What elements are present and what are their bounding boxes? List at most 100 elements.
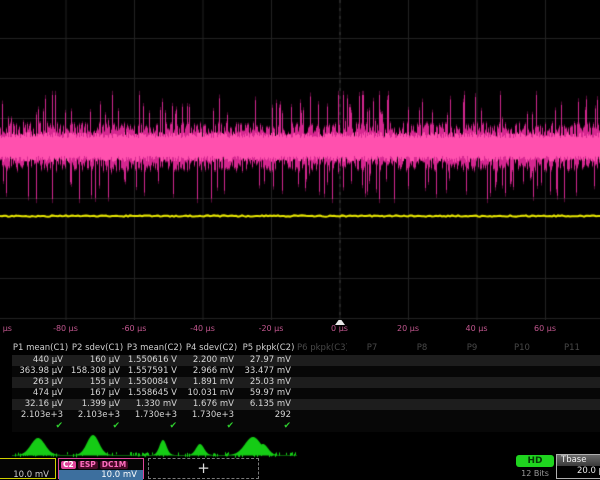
time-tick-label: -60 µs <box>122 324 147 333</box>
parameter-header-8[interactable]: P8 <box>397 341 447 355</box>
time-tick-label: 40 µs <box>466 324 488 333</box>
measurement-cell: 1.730e+3 <box>183 410 240 421</box>
parameter-histicons[interactable] <box>0 431 600 458</box>
oscilloscope-screen: -100 µs -80 µs -60 µs -40 µs -20 µs 0 µs 20 µs… <box>0 0 600 480</box>
channel-c2-descriptor[interactable]: C2 ESP DC1M 10.0 mV <box>58 458 144 479</box>
measurement-cell: 1.730e+3 <box>126 410 183 421</box>
time-tick-label: -20 µs <box>259 324 284 333</box>
measurement-cell <box>397 355 447 366</box>
time-axis: -100 µs -80 µs -60 µs -40 µs -20 µs 0 µs 20 µs… <box>0 320 600 338</box>
c1-scale-value: 10.0 mV <box>0 470 55 480</box>
measurement-cell: 1.330 mV <box>126 399 183 410</box>
parameter-header-5[interactable]: P5 pkpk(C2) <box>240 341 297 355</box>
measurement-cell <box>347 388 397 399</box>
measurement-cell: 10.031 mV <box>183 388 240 399</box>
parameter-header-7[interactable]: P7 <box>347 341 397 355</box>
measurement-cell <box>397 377 447 388</box>
plus-icon: + <box>197 461 210 476</box>
time-tick-label: -100 µs <box>0 324 12 333</box>
time-tick-label: 0 µs <box>331 324 348 333</box>
measurement-cell <box>347 399 397 410</box>
parameter-header-11[interactable]: P11 <box>547 341 597 355</box>
measurement-cell <box>397 366 447 377</box>
measurement-cell: 2.103e+3 <box>12 410 69 421</box>
measurement-cell: 2.200 mV <box>183 355 240 366</box>
parameter-header-1[interactable]: P1 mean(C1) <box>12 341 69 355</box>
measurement-cell <box>497 410 547 421</box>
hd-bits-label: 12 Bits <box>516 469 554 478</box>
measurement-cell <box>547 388 597 399</box>
parameter-header-4[interactable]: P4 sdev(C2) <box>183 341 240 355</box>
parameter-header-3[interactable]: P3 mean(C2) <box>126 341 183 355</box>
measurement-cell <box>547 399 597 410</box>
measurement-cell <box>347 377 397 388</box>
time-tick-label: 20 µs <box>397 324 419 333</box>
measurement-cell <box>347 410 397 421</box>
measurement-cell: 6.135 mV <box>240 399 297 410</box>
measurement-cell: 1.676 mV <box>183 399 240 410</box>
timebase-descriptor[interactable]: Tbase 20.0 µs <box>556 454 600 479</box>
measurement-cell <box>547 355 597 366</box>
measurement-cell: 1.558645 V <box>126 388 183 399</box>
measurement-cell: 2.103e+3 <box>69 410 126 421</box>
measurement-cell <box>497 399 547 410</box>
parameter-header-9[interactable]: P9 <box>447 341 497 355</box>
table-row: 2.103e+32.103e+31.730e+31.730e+3292 <box>12 410 600 421</box>
measurement-cell <box>547 377 597 388</box>
measurement-cell <box>497 377 547 388</box>
measurement-table: P1 mean(C1)P2 sdev(C1)P3 mean(C2)P4 sdev… <box>12 341 600 432</box>
measurement-cell <box>347 355 397 366</box>
measurement-cell <box>297 399 347 410</box>
parameter-header-6[interactable]: P6 pkpk(C3) <box>297 341 347 355</box>
measurement-cell: 32.16 µV <box>12 399 69 410</box>
measurement-cell <box>447 388 497 399</box>
table-row: 263 µV155 µV1.550084 V1.891 mV25.03 mV <box>12 377 600 388</box>
hd-mode-badge[interactable]: HD <box>516 455 554 467</box>
parameter-header-2[interactable]: P2 sdev(C1) <box>69 341 126 355</box>
measurement-cell <box>297 377 347 388</box>
measurement-cell: 1.550084 V <box>126 377 183 388</box>
waveform-display[interactable] <box>0 0 600 320</box>
measurement-cell <box>397 388 447 399</box>
measurement-cell: 59.97 mV <box>240 388 297 399</box>
measurement-cell <box>297 355 347 366</box>
measurement-cell: 1.891 mV <box>183 377 240 388</box>
measurement-cell: 160 µV <box>69 355 126 366</box>
table-row: P1 mean(C1)P2 sdev(C1)P3 mean(C2)P4 sdev… <box>12 341 600 355</box>
measurement-cell <box>497 366 547 377</box>
time-tick-label: -80 µs <box>53 324 78 333</box>
add-trace-button[interactable]: + <box>148 458 259 479</box>
timebase-title: Tbase <box>557 455 600 466</box>
measurement-cell: 25.03 mV <box>240 377 297 388</box>
measurement-cell <box>297 366 347 377</box>
measurement-cell <box>447 410 497 421</box>
measurement-cell: 1.399 µV <box>69 399 126 410</box>
measurement-cell: 292 <box>240 410 297 421</box>
measurement-cell: 363.98 µV <box>12 366 69 377</box>
measurement-cell: 27.97 mV <box>240 355 297 366</box>
measurement-cell <box>397 399 447 410</box>
measurement-cell: 33.477 mV <box>240 366 297 377</box>
table-row: 440 µV160 µV1.550616 V2.200 mV27.97 mV <box>12 355 600 366</box>
measurement-cell: 167 µV <box>69 388 126 399</box>
timebase-value: 20.0 µs <box>557 466 600 477</box>
measurement-cell <box>497 388 547 399</box>
measurement-cell <box>297 388 347 399</box>
measurement-cell: 474 µV <box>12 388 69 399</box>
measurement-cell <box>297 410 347 421</box>
measurement-cell <box>547 410 597 421</box>
channel-c1-descriptor[interactable]: C1 DC1M 10.0 mV <box>0 458 56 479</box>
measurement-cell <box>447 355 497 366</box>
time-tick-label: -40 µs <box>190 324 215 333</box>
measurement-cell: 263 µV <box>12 377 69 388</box>
table-row: 474 µV167 µV1.558645 V10.031 mV59.97 mV <box>12 388 600 399</box>
measurement-cell: 1.550616 V <box>126 355 183 366</box>
table-row: 363.98 µV158.308 µV1.557591 V2.966 mV33.… <box>12 366 600 377</box>
c2-label-chip: C2 <box>61 461 76 469</box>
measurement-cell <box>447 377 497 388</box>
c2-esp-chip: ESP <box>78 461 98 469</box>
parameter-header-10[interactable]: P10 <box>497 341 547 355</box>
measurement-cell: 155 µV <box>69 377 126 388</box>
measurement-cell: 1.557591 V <box>126 366 183 377</box>
histicon-canvas <box>0 431 600 458</box>
